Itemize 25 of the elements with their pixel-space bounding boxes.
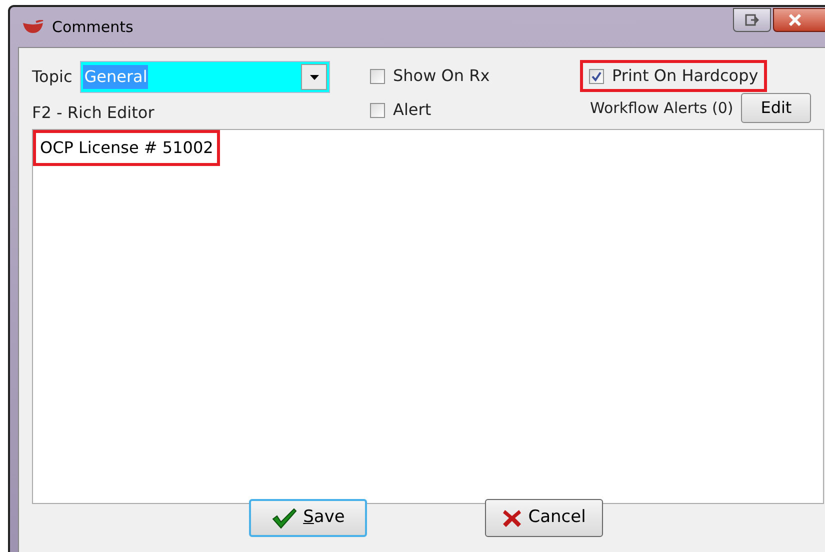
window-icon <box>745 14 759 26</box>
close-button[interactable] <box>773 8 825 32</box>
cancel-button[interactable]: Cancel <box>485 499 603 537</box>
save-button[interactable]: Save <box>249 499 367 537</box>
window-title: Comments <box>52 16 134 38</box>
close-icon <box>788 14 802 26</box>
checkmark-icon <box>591 70 602 82</box>
restore-button[interactable] <box>733 8 771 32</box>
checkmark-icon <box>271 507 298 529</box>
dropdown-value: General <box>83 65 148 89</box>
editor-text: OCP License # 51002 <box>33 130 220 166</box>
checkbox-label: Show On Rx <box>393 65 490 87</box>
field-label: Topic <box>32 66 72 88</box>
rich-text-editor[interactable]: OCP License # 51002 <box>32 129 824 504</box>
checkbox[interactable] <box>370 68 385 84</box>
mortar-icon <box>22 20 44 34</box>
caret-icon <box>310 74 319 80</box>
close-icon <box>502 508 522 528</box>
checkbox-label: Alert <box>393 99 432 121</box>
checkbox[interactable] <box>589 68 604 84</box>
edit-button[interactable]: Edit <box>741 93 812 123</box>
checkbox[interactable] <box>370 102 385 118</box>
checkbox-label: Print On Hardcopy <box>612 65 758 87</box>
editor-label: F2 - Rich Editor <box>32 102 156 124</box>
workflow-alerts-label: Workflow Alerts (0) <box>590 98 734 119</box>
